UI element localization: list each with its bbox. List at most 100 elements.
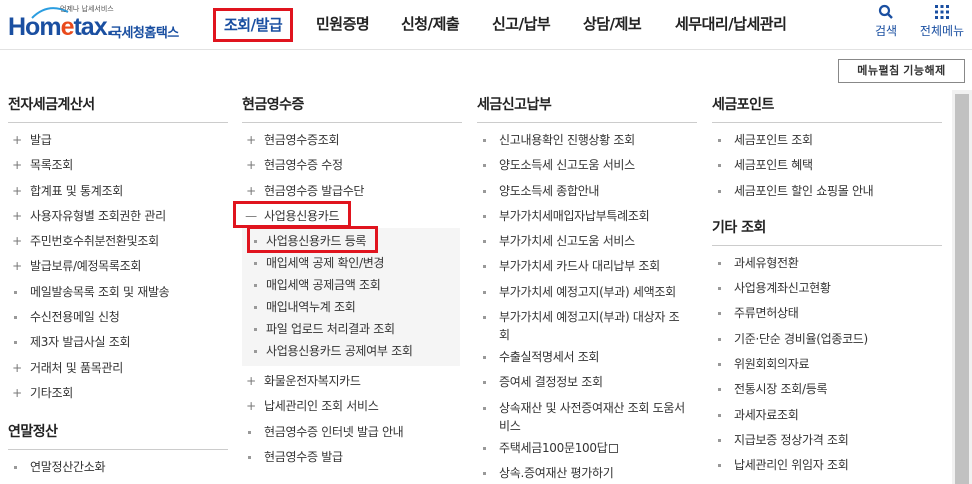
- bullet-icon: [14, 466, 17, 470]
- menu-item[interactable]: 부가가치세 신고도움 서비스: [477, 232, 697, 257]
- submenu-item[interactable]: 사업용신용카드 등록: [247, 226, 460, 254]
- bullet-icon: [718, 287, 721, 291]
- bullet-icon: [483, 164, 486, 168]
- menu-item[interactable]: 지급보증 정상가격 조회: [712, 431, 942, 456]
- menu-item[interactable]: 메일발송목록 조회 및 재발송: [8, 283, 228, 308]
- plus-icon: +: [246, 158, 256, 173]
- column-cash-receipt: 현금영수증 + 현금영수증조회 + 현금영수증 수정 + 현금영수증 발급수단 — 사업…: [233, 94, 462, 473]
- submenu-list: 사업용신용카드 등록 매입세액 공제 확인/변경 매입세액 공제금액 조회 매입…: [242, 226, 460, 367]
- menu-item[interactable]: 현금영수증 발급: [242, 448, 462, 473]
- search-label: 검색: [874, 24, 898, 38]
- divider: [8, 122, 228, 123]
- menu-item[interactable]: + 목록조회: [8, 156, 228, 181]
- menu-item[interactable]: 상속.증여재산 평가하기: [477, 464, 697, 484]
- bullet-icon: [254, 328, 257, 332]
- menu-item[interactable]: 부가가치세 예정고지(부과) 대상자 조회: [477, 308, 689, 348]
- column-e-tax-invoice: 전자세금계산서 + 발급 + 목록조회 + 합계표 및 통계조회 + 사용자유형별 조회…: [8, 94, 228, 484]
- menu-item[interactable]: 신고내용확인 진행상황 조회: [477, 131, 697, 156]
- highlight-box: [247, 226, 378, 254]
- plus-icon: +: [12, 158, 22, 173]
- column-tax-report-pay: 세금신고납부 신고내용확인 진행상황 조회 양도소득세 신고도움 서비스 양도소…: [477, 94, 697, 484]
- menu-item[interactable]: 부가가치세 예정고지(부과) 세액조회: [477, 283, 697, 308]
- menu-item[interactable]: + 사용자유형별 조회권한 관리: [8, 207, 228, 232]
- nav-inquiry-issue[interactable]: 조회/발급: [213, 8, 294, 42]
- search-icon: [878, 4, 893, 19]
- plus-icon: +: [12, 133, 22, 147]
- nav-report-pay[interactable]: 신고/납부: [492, 8, 551, 42]
- menu-item[interactable]: 위원회회의자료: [712, 355, 942, 380]
- bullet-icon: [483, 316, 486, 320]
- nav-apply-submit[interactable]: 신청/제출: [401, 8, 460, 42]
- bullet-icon: [483, 189, 486, 193]
- all-menu-button[interactable]: 전체메뉴: [918, 4, 966, 39]
- menu-item[interactable]: 세금포인트 할인 쇼핑몰 안내: [712, 182, 942, 207]
- bullet-icon: [14, 341, 17, 345]
- logo-wordmark: Hometax.: [8, 13, 114, 41]
- menu-item[interactable]: 납세관리인 위임자 조회: [712, 456, 942, 481]
- bullet-icon: [718, 312, 721, 316]
- menu-item[interactable]: 연말정산간소화: [8, 458, 228, 483]
- bullet-icon: [14, 290, 17, 294]
- menu-item[interactable]: 부가가치세매입자납부특례조회: [477, 207, 697, 232]
- nav-tax-agent[interactable]: 세무대리/납세관리: [675, 8, 787, 42]
- search-button[interactable]: 검색: [866, 4, 906, 39]
- submenu-item[interactable]: 매입내역누계 조회: [252, 298, 460, 320]
- submenu-item[interactable]: 파일 업로드 처리결과 조회: [252, 320, 460, 342]
- menu-item[interactable]: 전통시장 조회/등록: [712, 380, 942, 405]
- menu-item[interactable]: + 기타조회: [8, 384, 228, 409]
- menu-item[interactable]: + 현금영수증 수정: [242, 156, 462, 181]
- submenu-item[interactable]: 매입세액 공제금액 조회: [252, 276, 460, 298]
- bullet-icon: [483, 214, 486, 218]
- bullet-icon: [254, 284, 257, 288]
- scrollbar-thumb[interactable]: [955, 94, 969, 484]
- submenu-item[interactable]: 사업용신용카드 공제여부 조회: [252, 342, 460, 364]
- menu-item[interactable]: 주택세금100문100답: [477, 439, 697, 464]
- menu-item[interactable]: 수출실적명세서 조회: [477, 348, 697, 373]
- menu-item[interactable]: 사업용계좌신고현황: [712, 279, 942, 304]
- hometax-logo[interactable]: 언제나 납세서비스 Hometax. 국세청홈택스: [8, 4, 188, 46]
- menu-item[interactable]: 증여세 결정정보 조회: [477, 373, 697, 398]
- menu-item[interactable]: 기준·단순 경비율(업종코드): [712, 330, 942, 355]
- menu-item[interactable]: 과세유형전환: [712, 254, 942, 279]
- menu-item[interactable]: 현금영수증 인터넷 발급 안내: [242, 423, 462, 448]
- column-title-other-inquiry: 기타 조회: [712, 219, 766, 236]
- menu-item[interactable]: 양도소득세 종합안내: [477, 182, 697, 207]
- menu-item[interactable]: 부가가치세 카드사 대리납부 조회: [477, 257, 697, 282]
- bullet-icon: [254, 350, 257, 354]
- menu-item[interactable]: 양도소득세 신고도움 서비스: [477, 156, 697, 181]
- bullet-icon: [483, 240, 486, 244]
- menu-item[interactable]: + 현금영수증조회: [242, 131, 462, 156]
- vertical-scrollbar[interactable]: [952, 90, 972, 484]
- nav-consult-report[interactable]: 상담/제보: [583, 8, 642, 42]
- menu-expand-toggle-button[interactable]: 메뉴펼침 기능해제: [838, 59, 965, 83]
- menu-item[interactable]: 수신전용메일 신청: [8, 308, 228, 333]
- menu-item[interactable]: 세금포인트 혜택: [712, 156, 942, 181]
- bullet-icon: [718, 261, 721, 265]
- menu-list: 신고내용확인 진행상황 조회 양도소득세 신고도움 서비스 양도소득세 종합안내…: [477, 131, 697, 484]
- menu-item[interactable]: + 합계표 및 통계조회: [8, 182, 228, 207]
- menu-item[interactable]: + 화물운전자복지카드: [242, 372, 462, 397]
- menu-item[interactable]: + 발급보류/예정목록조회: [8, 257, 228, 282]
- menu-list: 세금포인트 조회 세금포인트 혜택 세금포인트 할인 쇼핑몰 안내: [712, 131, 942, 207]
- menu-item[interactable]: + 주민번호수취분전환및조회: [8, 232, 228, 257]
- divider: [242, 122, 462, 123]
- bullet-icon: [254, 306, 257, 310]
- menu-item[interactable]: 과세자료조회: [712, 406, 942, 431]
- menu-item[interactable]: 주류면허상태: [712, 304, 942, 329]
- plus-icon: +: [246, 399, 256, 414]
- menu-item[interactable]: + 납세관리인 조회 서비스: [242, 397, 462, 422]
- plus-icon: +: [246, 133, 256, 147]
- bullet-icon: [718, 337, 721, 341]
- bullet-icon: [718, 464, 721, 468]
- menu-item[interactable]: + 발급: [8, 131, 228, 156]
- menu-item[interactable]: + 거래처 및 품목관리: [8, 359, 228, 384]
- logo-korean: 국세청홈택스: [110, 26, 179, 41]
- menu-item[interactable]: 제3자 발급사실 조회: [8, 333, 228, 358]
- top-header: 언제나 납세서비스 Hometax. 국세청홈택스 조회/발급 민원증명 신청/…: [0, 0, 972, 50]
- menu-list: + 화물운전자복지카드 + 납세관리인 조회 서비스 현금영수증 인터넷 발급 안내…: [242, 372, 462, 473]
- plus-icon: +: [12, 360, 22, 375]
- nav-civil-certificate[interactable]: 민원증명: [316, 8, 370, 42]
- submenu-item[interactable]: 매입세액 공제 확인/변경: [252, 254, 460, 276]
- menu-item[interactable]: 세금포인트 조회: [712, 131, 942, 156]
- menu-item[interactable]: 상속재산 및 사전증여재산 조회 도움서비스: [477, 399, 689, 439]
